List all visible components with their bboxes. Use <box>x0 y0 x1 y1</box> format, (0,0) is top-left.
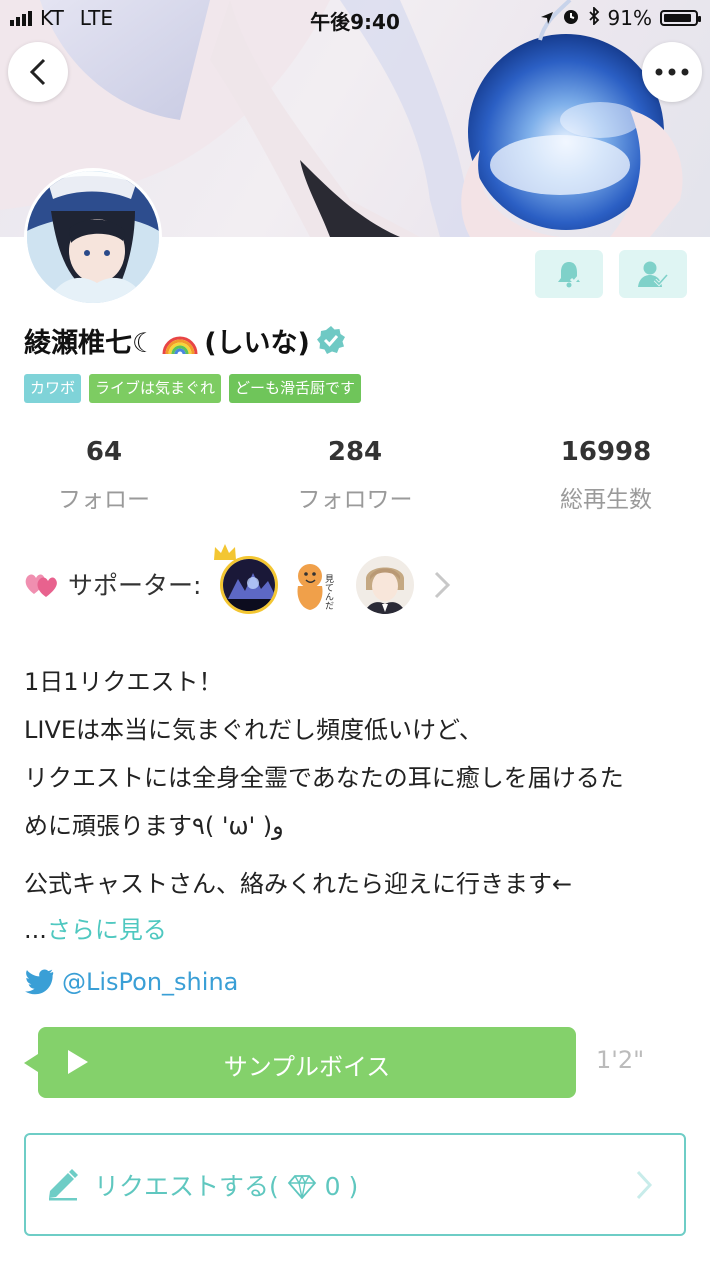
supporters-row[interactable]: サポーター: 見てんだ <box>24 544 684 618</box>
supporter-avatar[interactable] <box>356 556 414 614</box>
profile-tags: カワボ ライブは気まぐれ どーも滑舌厨です <box>24 374 362 403</box>
supporter-avatar[interactable]: 見てんだ <box>288 556 346 614</box>
supporter-avatar[interactable] <box>220 556 278 614</box>
diamond-icon <box>287 1174 316 1200</box>
bio-line: 公式キャストさん、絡みくれたら迎えに行きます← <box>24 870 573 898</box>
hearts-icon <box>25 574 57 597</box>
chevron-left-icon <box>29 58 46 86</box>
more-options-button[interactable] <box>642 42 702 102</box>
stat-value: 64 <box>85 437 123 467</box>
stat-label: フォロー <box>58 487 150 513</box>
sample-voice-duration: 1'2" <box>596 1046 645 1074</box>
sample-voice-label: サンプルボイス <box>223 1053 391 1081</box>
bio-line: めに頑張ります٩( 'ω' )و <box>24 812 284 840</box>
bio-line: 1日1リクエスト！ <box>24 668 223 696</box>
bio-line: LIVEは本当に気まぐれだし頻度低いけど、 <box>24 716 483 744</box>
see-more-link[interactable]: さらに見る <box>47 916 167 944</box>
status-bar: KT LTE 午後9:40 91% <box>0 0 710 36</box>
stat-value: 284 <box>327 437 383 467</box>
bio-more-row: ...さらに見る <box>24 910 167 945</box>
sample-voice-button[interactable]: サンプルボイス <box>24 1027 576 1098</box>
verified-badge-icon <box>316 326 345 354</box>
stat-total-plays: 16998 総再生数 <box>488 434 710 514</box>
profile-tag[interactable]: ライブは気まぐれ <box>89 374 222 403</box>
notify-button[interactable] <box>535 250 603 298</box>
profile-avatar[interactable] <box>24 168 162 306</box>
chevron-right-icon[interactable] <box>432 570 452 600</box>
user-check-icon <box>638 261 669 287</box>
stat-followers[interactable]: 284 フォロワー <box>237 434 473 514</box>
more-horizontal-icon <box>655 68 689 76</box>
request-label: リクエストする( <box>94 1172 279 1201</box>
profile-tag[interactable]: カワボ <box>24 374 82 403</box>
profile-bio: 1日1リクエスト！ LIVEは本当に気まぐれだし頻度低いけど、 リクエストには全… <box>24 658 684 908</box>
profile-name-reading: (しいな) <box>204 327 310 359</box>
request-label-row: リクエストする( 0 ) <box>94 1167 358 1203</box>
supporter-sticker-text: 見てんだ <box>323 574 334 610</box>
back-button[interactable] <box>8 42 68 102</box>
bell-check-icon <box>558 262 582 288</box>
bio-line: リクエストには全身全霊であなたの耳に癒しを届けるた <box>24 764 624 792</box>
rainbow-icon <box>162 336 198 355</box>
profile-name: 綾瀬椎七☾ <box>24 327 157 359</box>
battery-icon <box>660 10 701 26</box>
location-icon <box>540 6 554 30</box>
alarm-icon <box>562 6 580 30</box>
battery-percent: 91% <box>607 6 652 30</box>
request-button[interactable]: リクエストする( 0 ) <box>24 1133 686 1236</box>
stat-following[interactable]: 64 フォロー <box>0 434 222 514</box>
bio-ellipsis: ... <box>24 916 47 944</box>
chevron-right-icon <box>636 1170 653 1200</box>
bluetooth-icon <box>588 5 600 30</box>
profile-tag[interactable]: どーも滑舌厨です <box>229 374 362 403</box>
stat-label: フォロワー <box>297 487 413 513</box>
twitter-handle: @LisPon_shina <box>62 968 239 996</box>
request-label-close: ) <box>348 1172 359 1201</box>
twitter-bird-icon <box>25 969 54 995</box>
stat-label: 総再生数 <box>560 487 652 513</box>
supporters-label: サポーター: <box>68 571 202 600</box>
profile-name-row: 綾瀬椎七☾ (しいな) <box>24 320 346 360</box>
stat-value: 16998 <box>560 437 652 467</box>
twitter-link[interactable]: @LisPon_shina <box>24 968 238 996</box>
follow-button[interactable] <box>619 250 687 298</box>
pencil-icon <box>49 1169 78 1201</box>
request-count: 0 <box>324 1172 341 1201</box>
